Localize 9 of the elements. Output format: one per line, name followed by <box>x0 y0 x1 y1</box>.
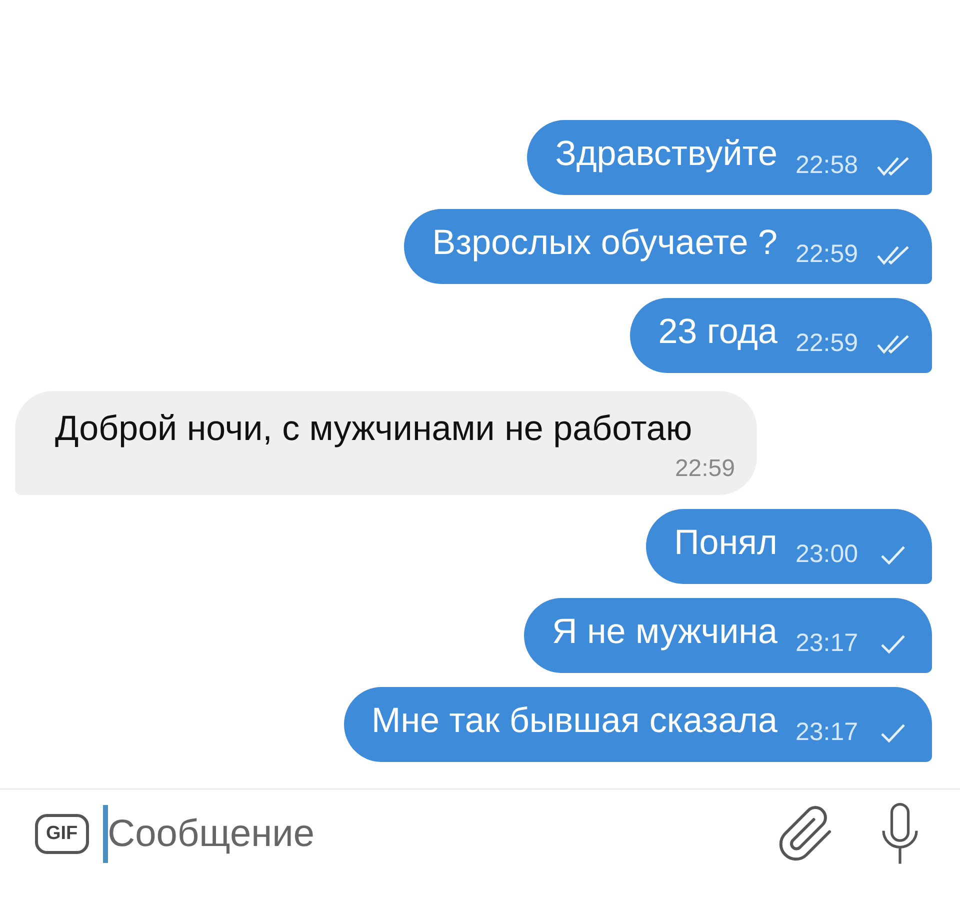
outgoing-message: Понял 23:00 <box>646 509 932 584</box>
outgoing-message: Я не мужчина 23:17 <box>524 598 932 673</box>
outgoing-message: 23 года 22:59 <box>630 298 932 373</box>
outgoing-message: Здравствуйте 22:58 <box>527 120 932 195</box>
outgoing-message: Мне так бывшая сказала 23:17 <box>344 687 932 762</box>
outgoing-message: Взрослых обучаете ? 22:59 <box>404 209 932 284</box>
incoming-message: Доброй ночи, с мужчинами не работаю 22:59 <box>15 391 757 495</box>
message-input[interactable]: Сообщение <box>108 812 762 856</box>
gif-button[interactable]: GIF <box>35 814 89 854</box>
